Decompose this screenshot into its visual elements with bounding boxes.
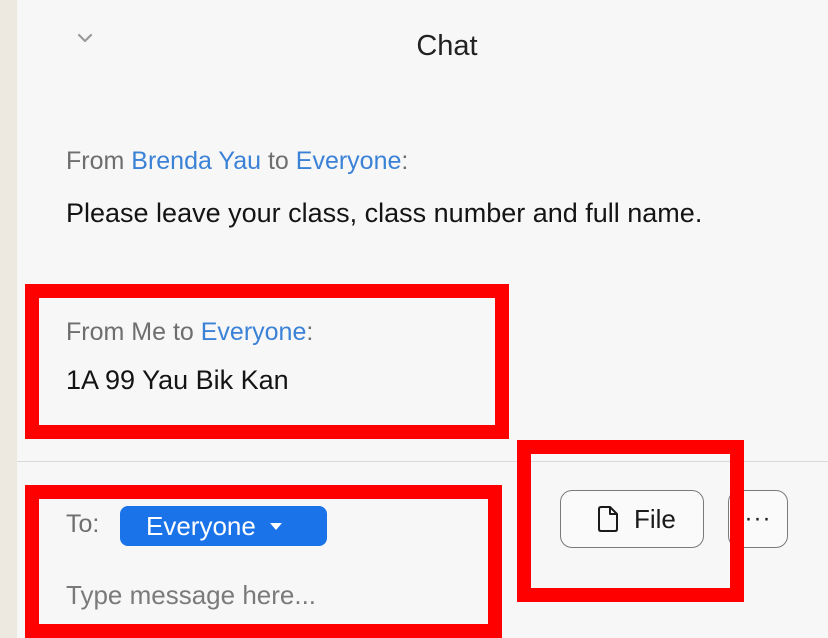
more-button[interactable]: ··· [728, 490, 788, 548]
message-header: From Brenda Yau to Everyone: [66, 147, 408, 176]
to-label: To: [66, 510, 100, 538]
message-header: From Me to Everyone: [66, 318, 313, 347]
to-word: to [261, 147, 296, 175]
composer-divider [17, 461, 828, 462]
recipient-label: Everyone [146, 510, 256, 541]
recipient-name[interactable]: Everyone [201, 318, 307, 346]
colon: : [401, 147, 409, 175]
from-prefix: From Me [66, 318, 166, 346]
message-text: 1A 99 Yau Bik Kan [66, 365, 289, 395]
message-text: Please leave your class, class number an… [66, 198, 703, 228]
message-input[interactable] [66, 575, 486, 615]
recipient-dropdown[interactable]: Everyone [120, 506, 327, 546]
caret-down-icon [269, 522, 282, 530]
colon: : [306, 318, 314, 346]
recipient-name[interactable]: Everyone [296, 147, 402, 175]
chat-title: Chat [416, 30, 478, 62]
to-word: to [166, 318, 201, 346]
sender-name[interactable]: Brenda Yau [131, 147, 261, 175]
chat-header: Chat [17, 0, 828, 95]
file-icon [598, 506, 618, 532]
chat-panel: Chat From Brenda Yau to Everyone: Please… [17, 0, 828, 638]
file-button[interactable]: File [560, 490, 704, 548]
more-icon: ··· [744, 505, 772, 532]
from-prefix: From [66, 147, 132, 175]
file-button-label: File [634, 503, 676, 534]
